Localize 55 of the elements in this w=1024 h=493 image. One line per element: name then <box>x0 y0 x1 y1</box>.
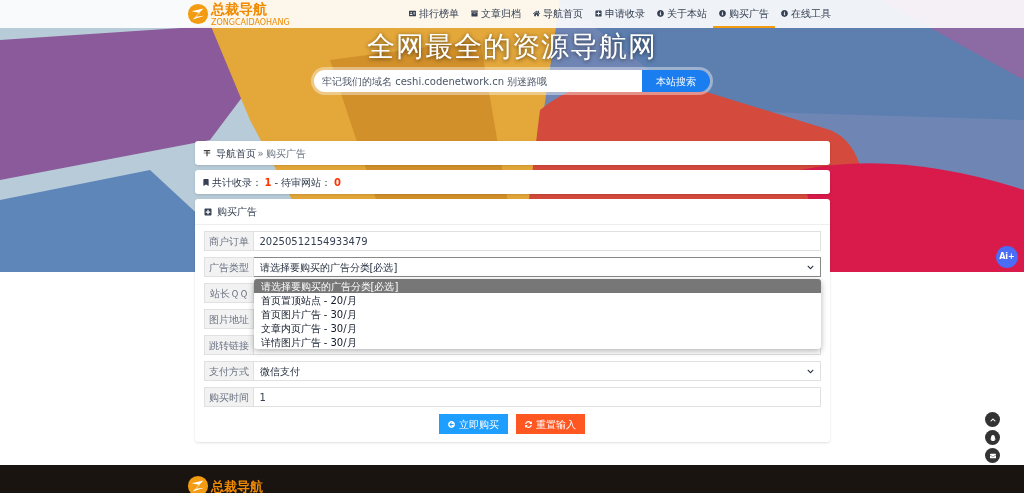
nav-link[interactable]: 申请收录 <box>589 0 651 28</box>
mail-icon <box>989 452 996 459</box>
input-field[interactable]: 20250512154933479 <box>253 231 821 251</box>
archive-icon <box>471 9 478 17</box>
stats-value: 0 <box>334 175 342 190</box>
dropdown-option[interactable]: 首页图片广告 - 30/月 <box>253 307 821 321</box>
input-field[interactable]: 1 <box>253 387 821 407</box>
nav-link[interactable]: 在线工具 <box>775 0 837 28</box>
dropdown-option[interactable]: 首页置顶站点 - 20/月 <box>253 293 821 307</box>
search-field[interactable]: 牢记我们的域名 ceshi.codenetwork.cn 别迷路哦 <box>314 70 642 92</box>
id-card-icon <box>409 9 416 17</box>
refresh-icon <box>525 420 532 428</box>
breadcrumb-link[interactable]: 导航首页 <box>215 145 256 161</box>
stats-value: 1 <box>264 175 272 190</box>
info-icon <box>781 9 788 17</box>
stats-separator: - <box>274 175 279 190</box>
chevron-down-icon <box>806 263 814 271</box>
field-label: 广告类型 <box>203 257 254 277</box>
stats-label: 待审网站： <box>281 175 332 190</box>
chevron-down-icon <box>806 367 814 375</box>
field-label: 支付方式 <box>203 361 254 381</box>
mail-button[interactable] <box>985 448 1000 463</box>
nav-link[interactable]: 排行榜单 <box>403 0 465 28</box>
nav-link[interactable]: 导航首页 <box>527 0 589 28</box>
field-label: 购买时间 <box>203 387 254 407</box>
form-title: 购买广告 <box>216 205 257 219</box>
info-icon <box>657 9 664 17</box>
dropdown-option[interactable]: 文章内页广告 - 30/月 <box>253 321 821 335</box>
select-field[interactable]: 微信支付 <box>253 361 821 381</box>
nav-link[interactable]: 文章归档 <box>465 0 527 28</box>
logo-subtitle: ZONGCAIDAOHANG <box>211 17 290 27</box>
stats-label: 共计收录： <box>211 175 262 190</box>
back-to-top-button[interactable] <box>985 412 1000 427</box>
dropdown-option[interactable]: 详情图片广告 - 30/月 <box>253 335 821 349</box>
nav-link[interactable]: 购买广告 <box>713 0 775 28</box>
field-label: 商户订单 <box>203 231 254 251</box>
breadcrumb-separator: » <box>257 146 264 161</box>
bookmark-icon <box>202 178 209 186</box>
logo-icon <box>187 3 209 25</box>
search-button[interactable]: 本站搜索 <box>642 70 710 92</box>
field-label: 跳转链接 <box>203 335 254 355</box>
field-label: 图片地址 <box>203 309 254 329</box>
logo-icon <box>187 475 209 493</box>
footer-logo-text: 总裁导航 <box>211 479 263 493</box>
field-label: 站长ＱＱ <box>203 283 254 303</box>
penguin-icon <box>989 434 996 441</box>
align-icon <box>202 149 211 157</box>
select-field[interactable]: 请选择要购买的广告分类[必选] <box>253 257 821 277</box>
info-icon <box>719 9 726 17</box>
nav-link[interactable]: 关于本站 <box>651 0 713 28</box>
home-icon <box>533 9 540 17</box>
chevron-up-icon <box>989 416 996 423</box>
qq-button[interactable] <box>985 430 1000 445</box>
dropdown-option[interactable]: 请选择要购买的广告分类[必选] <box>253 279 821 293</box>
breadcrumb-current: 购买广告 <box>265 146 306 161</box>
